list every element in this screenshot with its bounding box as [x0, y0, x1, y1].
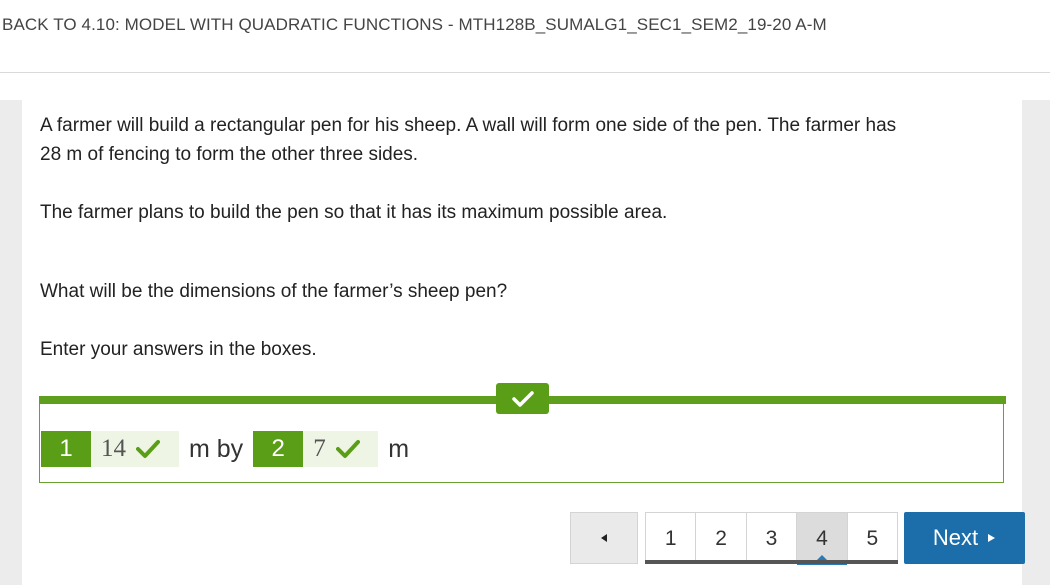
previous-button[interactable]	[570, 512, 638, 564]
next-button[interactable]: Next	[904, 512, 1025, 564]
page-number: 1	[664, 526, 677, 550]
unit-label-2: m	[388, 434, 410, 463]
check-icon	[136, 440, 160, 458]
pager-underline	[645, 560, 898, 564]
back-link[interactable]: BACK TO 4.10: MODEL WITH QUADRATIC FUNCT…	[2, 15, 827, 35]
right-gutter	[1022, 100, 1050, 585]
page-4-button[interactable]: 4	[797, 513, 848, 565]
page-number: 2	[715, 526, 727, 550]
top-bar: BACK TO 4.10: MODEL WITH QUADRATIC FUNCT…	[0, 0, 1050, 73]
triangle-left-icon	[601, 534, 607, 542]
page-1-button[interactable]: 1	[646, 513, 697, 564]
check-icon	[511, 390, 534, 407]
question-text-line2: 28 m of fencing to form the other three …	[40, 144, 419, 165]
answer-value-1: 14	[101, 435, 126, 462]
answer-input-2[interactable]: 7	[303, 431, 379, 467]
answer-input-1[interactable]: 14	[91, 431, 179, 467]
answer-value-2: 7	[313, 435, 326, 462]
unit-label-1: m by	[189, 434, 244, 463]
page-2-button[interactable]: 2	[696, 513, 747, 564]
page-5-button[interactable]: 5	[848, 513, 897, 564]
page-number: 4	[816, 526, 828, 550]
page-number: 5	[866, 526, 879, 550]
left-gutter	[0, 100, 22, 585]
answer-row: 1 14 m by 2 7 m	[41, 431, 419, 467]
question-goal: The farmer plans to build the pen so tha…	[40, 202, 668, 223]
answer-index-badge: 2	[253, 431, 304, 467]
answer-index-badge: 1	[41, 431, 91, 467]
page-3-button[interactable]: 3	[747, 513, 798, 564]
check-icon	[335, 440, 360, 458]
next-label: Next	[932, 525, 979, 550]
question-prompt: What will be the dimensions of the farme…	[40, 281, 508, 302]
page-number: 3	[765, 526, 778, 550]
question-text-line1: A farmer will build a rectangular pen fo…	[40, 115, 897, 136]
instructions: Enter your answers in the boxes.	[40, 339, 317, 360]
correct-badge	[496, 383, 549, 414]
triangle-right-icon	[988, 534, 996, 542]
page-selector: 1 2 3 4 5	[645, 512, 898, 565]
